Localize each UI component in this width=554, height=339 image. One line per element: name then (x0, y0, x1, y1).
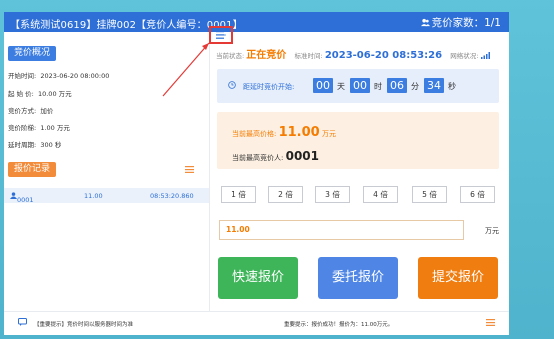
highest-price: 11.00 (278, 125, 320, 140)
highest-price-line: 当前最高价格: 11.00 万元 (232, 125, 336, 140)
highest-bidder: 0001 (285, 149, 319, 163)
multiplier-4-button[interactable]: 4 倍 (363, 186, 398, 203)
hours-unit: 时 (374, 82, 382, 91)
highest-bidder-line: 当前最高竞价人: 0001 (232, 149, 319, 163)
entrust-bid-button[interactable]: 委托报价 (318, 257, 398, 299)
countdown-seconds: 34 (424, 78, 444, 93)
footer-bar: 【重要提示】竞价时间以服务器时间为准 重要提示：报价成功！报价为：11.00万元… (4, 311, 509, 335)
standard-time: 2023-06-20 08:53:26 (324, 50, 443, 61)
state-value: 正在竞价 (246, 50, 287, 61)
multiplier-1-button[interactable]: 1 倍 (221, 186, 256, 203)
signal-icon (480, 52, 490, 59)
clock-icon (228, 81, 236, 89)
multiplier-6-button[interactable]: 6 倍 (460, 186, 495, 203)
footer-notice-right: 重要提示：报价成功！报价为：11.00万元。 (284, 322, 394, 328)
seconds-unit: 秒 (448, 82, 456, 91)
footer-notice-left: 【重要提示】竞价时间以服务器时间为准 (34, 322, 134, 328)
countdown-label: 距延时竞价开始: (243, 83, 295, 91)
countdown-box: 距延时竞价开始: 00 天 00 时 06 分 34 秒 (217, 69, 499, 103)
multiplier-5-button[interactable]: 5 倍 (412, 186, 447, 203)
countdown-minutes: 06 (387, 78, 407, 93)
submit-bid-button[interactable]: 提交报价 (418, 257, 498, 299)
quick-bid-button[interactable]: 快速报价 (218, 257, 298, 299)
multiplier-2-button[interactable]: 2 倍 (268, 186, 303, 203)
countdown-days: 00 (313, 78, 333, 93)
multiplier-3-button[interactable]: 3 倍 (315, 186, 350, 203)
price-input[interactable]: 11.00 (219, 220, 464, 240)
footer-list-icon[interactable] (486, 319, 495, 326)
countdown-hours: 00 (350, 78, 370, 93)
minutes-unit: 分 (411, 82, 419, 91)
message-icon (18, 318, 27, 326)
highest-price-box: 当前最高价格: 11.00 万元 当前最高竞价人: 0001 (217, 112, 499, 169)
price-unit: 万元 (485, 227, 499, 235)
menu-highlight-box (209, 26, 233, 44)
days-unit: 天 (337, 82, 345, 91)
status-line: 当前状态: 正在竞价 标准时间: 2023-06-20 08:53:26 网络状… (216, 46, 491, 61)
